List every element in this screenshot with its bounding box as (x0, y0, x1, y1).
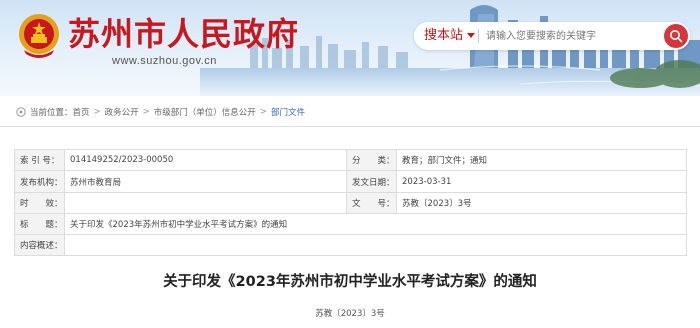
breadcrumb-separator: > (93, 107, 101, 117)
search-button[interactable] (664, 24, 688, 48)
validity-label: 时 效： (14, 192, 65, 214)
table-row: 内容概述： (14, 234, 687, 256)
header-banner: 苏州市人民政府 www.suzhou.gov.cn 搜本站 (0, 0, 700, 96)
issue-date-value: 2023-03-31 (396, 170, 687, 193)
national-emblem-icon (19, 14, 59, 58)
doc-number-value: 苏教〔2023〕3号 (396, 192, 687, 214)
search-divider (478, 29, 479, 43)
table-row: 标 题： 关于印发《2023年苏州市初中学业水平考试方案》的通知 (14, 213, 687, 235)
summary-label: 内容概述： (14, 234, 65, 256)
breadcrumb-home[interactable]: 首页 (73, 106, 90, 118)
search-icon (670, 30, 683, 43)
site-title: 苏州市人民政府 (68, 15, 300, 53)
breadcrumb-separator: > (142, 107, 150, 117)
table-row: 索 引 号： 014149252/2023-00050 分 类： 教育；部门文件… (14, 149, 687, 171)
title-label: 标 题： (14, 213, 65, 235)
validity-value (64, 192, 347, 214)
index-number-value: 014149252/2023-00050 (64, 149, 347, 171)
breadcrumb: 当前位置： 首页 > 政务公开 > 市级部门（单位）信息公开 > 部门文件 (16, 104, 305, 120)
search-scope-label: 搜本站 (424, 28, 464, 43)
breadcrumb-dept-info[interactable]: 市级部门（单位）信息公开 (154, 106, 256, 118)
index-number-label: 索 引 号： (14, 149, 65, 171)
issue-date-label: 发文日期： (346, 170, 397, 193)
site-url: www.suzhou.gov.cn (112, 55, 217, 67)
table-row: 发布机构： 苏州市教育局 发文日期： 2023-03-31 (14, 170, 687, 193)
search-bar: 搜本站 (414, 22, 690, 50)
breadcrumb-prefix: 当前位置： (30, 108, 73, 118)
search-scope-select[interactable]: 搜本站 (424, 26, 476, 46)
article-doc-number: 苏教〔2023〕3号 (315, 309, 385, 319)
publisher-label: 发布机构： (14, 170, 65, 193)
category-label: 分 类： (346, 149, 397, 171)
summary-value (64, 234, 687, 256)
publisher-value: 苏州市教育局 (64, 170, 347, 193)
breadcrumb-dept-docs[interactable]: 部门文件 (271, 106, 305, 118)
location-icon (16, 107, 26, 117)
breadcrumb-separator: > (259, 107, 267, 117)
table-row: 时 效： 文 号： 苏教〔2023〕3号 (14, 192, 687, 214)
search-input[interactable] (486, 26, 656, 46)
document-info-table: 索 引 号： 014149252/2023-00050 分 类： 教育；部门文件… (14, 149, 687, 256)
title-value: 关于印发《2023年苏州市初中学业水平考试方案》的通知 (64, 213, 687, 235)
category-value: 教育；部门文件；通知 (396, 149, 687, 171)
breadcrumb-gov-affairs[interactable]: 政务公开 (105, 106, 139, 118)
doc-number-label: 文 号： (346, 192, 397, 214)
breadcrumb-divider (0, 126, 700, 127)
chevron-down-icon (467, 33, 476, 38)
article-title: 关于印发《2023年苏州市初中学业水平考试方案》的通知 (163, 274, 537, 290)
